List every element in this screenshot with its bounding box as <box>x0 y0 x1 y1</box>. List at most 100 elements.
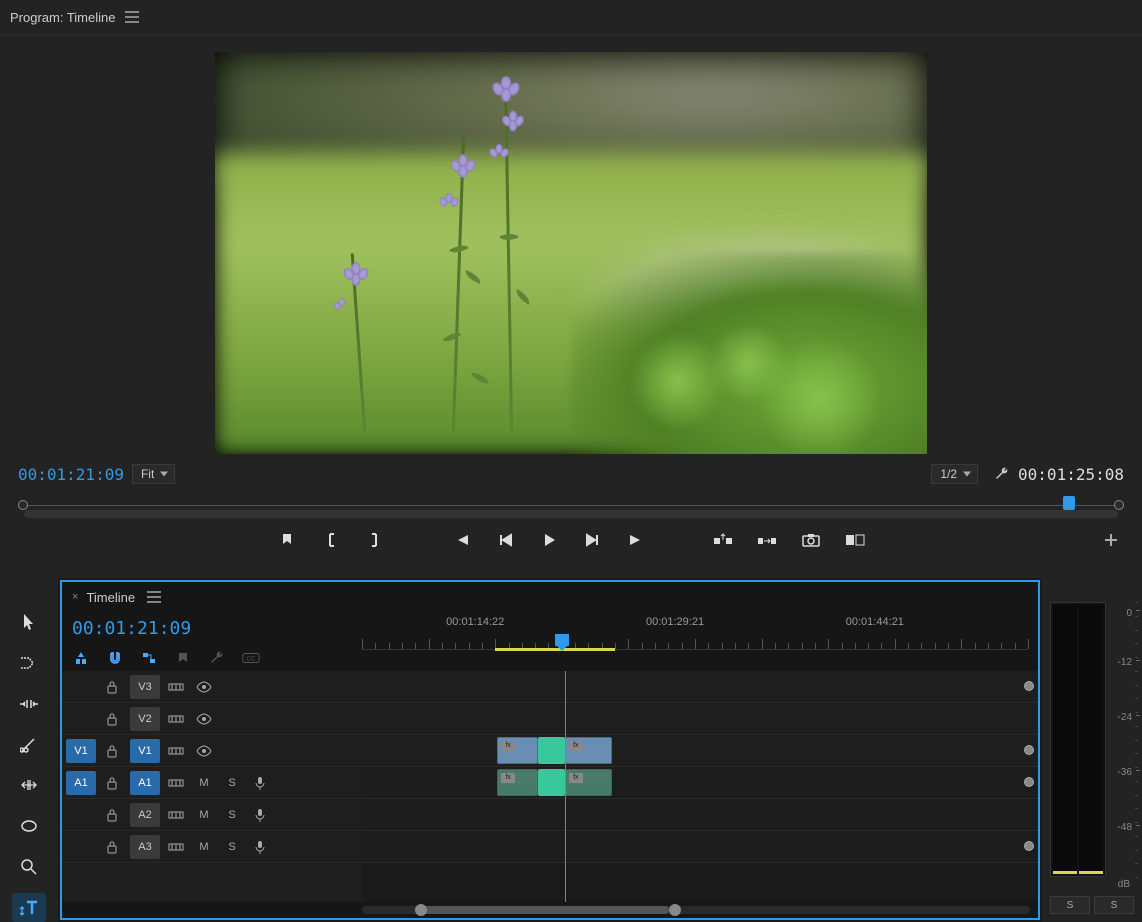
snap-icon[interactable] <box>106 649 124 667</box>
scrub-start-handle[interactable] <box>18 500 28 510</box>
ripple-edit-tool[interactable] <box>12 690 46 719</box>
scrub-playhead[interactable] <box>1063 496 1075 510</box>
lock-icon[interactable] <box>100 835 124 859</box>
program-scrubber[interactable] <box>0 490 1142 520</box>
keyframe-dot[interactable] <box>1024 841 1034 851</box>
in-out-range[interactable] <box>495 648 615 651</box>
track-target[interactable]: A3 <box>130 835 160 859</box>
track-lane[interactable] <box>362 831 1038 863</box>
track-lane[interactable] <box>362 799 1038 831</box>
source-patch[interactable] <box>66 803 96 827</box>
mark-out-button[interactable] <box>364 529 386 551</box>
sync-lock-icon[interactable] <box>164 835 188 859</box>
pen-tool[interactable] <box>12 812 46 841</box>
sync-lock-icon[interactable] <box>164 803 188 827</box>
track-target[interactable]: A1 <box>130 771 160 795</box>
resolution-dropdown[interactable]: 1/2 <box>931 464 978 484</box>
scrub-end-handle[interactable] <box>1114 500 1124 510</box>
source-patch[interactable]: A1 <box>66 771 96 795</box>
video-clip[interactable]: fx <box>497 737 538 764</box>
playhead-handle[interactable] <box>555 634 569 646</box>
go-to-out-button[interactable] <box>626 529 648 551</box>
toggle-track-output-icon[interactable] <box>192 675 216 699</box>
mark-in-button[interactable] <box>320 529 342 551</box>
timeline-horizontal-scroll[interactable] <box>62 902 1038 918</box>
zoom-tool[interactable] <box>12 853 46 882</box>
voice-over-icon[interactable] <box>248 803 272 827</box>
comparison-view-button[interactable] <box>844 529 866 551</box>
marker-settings-icon[interactable] <box>174 649 192 667</box>
playhead-line[interactable] <box>565 671 566 902</box>
hscroll-right-handle[interactable] <box>669 904 681 916</box>
solo-button[interactable]: S <box>220 771 244 795</box>
timeline-timecode[interactable]: 00:01:21:09 <box>72 616 362 645</box>
razor-tool[interactable] <box>12 730 46 759</box>
nest-toggle-icon[interactable] <box>72 649 90 667</box>
source-patch[interactable] <box>66 707 96 731</box>
audio-clip[interactable]: fx <box>565 769 612 796</box>
solo-button[interactable]: S <box>220 803 244 827</box>
program-viewer[interactable] <box>215 52 927 454</box>
export-frame-button[interactable] <box>800 529 822 551</box>
toggle-track-output-icon[interactable] <box>192 707 216 731</box>
go-to-in-button[interactable] <box>450 529 472 551</box>
mute-button[interactable]: M <box>192 803 216 827</box>
extract-button[interactable] <box>756 529 778 551</box>
zoom-dropdown[interactable]: Fit <box>132 464 175 484</box>
sync-lock-icon[interactable] <box>164 739 188 763</box>
track-target[interactable]: V2 <box>130 707 160 731</box>
track-content[interactable]: fx fx fx fx <box>362 671 1038 902</box>
mute-button[interactable]: M <box>192 835 216 859</box>
keyframe-dot[interactable] <box>1024 777 1034 787</box>
toggle-track-output-icon[interactable] <box>192 739 216 763</box>
transition-clip[interactable] <box>538 737 565 764</box>
lift-button[interactable] <box>712 529 734 551</box>
fx-badge-icon[interactable]: fx <box>501 773 515 783</box>
slip-tool[interactable] <box>12 771 46 800</box>
keyframe-dot[interactable] <box>1024 745 1034 755</box>
track-target[interactable]: V1 <box>130 739 160 763</box>
fx-badge-icon[interactable]: fx <box>501 741 515 751</box>
lock-icon[interactable] <box>100 771 124 795</box>
lock-icon[interactable] <box>100 675 124 699</box>
program-menu-icon[interactable] <box>125 11 139 23</box>
track-target[interactable]: A2 <box>130 803 160 827</box>
audio-clip[interactable]: fx <box>497 769 538 796</box>
solo-button[interactable]: S <box>220 835 244 859</box>
timeline-ruler[interactable]: 00:01:14:2200:01:29:2100:01:44:21 <box>362 616 1028 650</box>
track-lane[interactable] <box>362 671 1038 703</box>
source-patch[interactable] <box>66 835 96 859</box>
play-button[interactable] <box>538 529 560 551</box>
track-lane[interactable]: fx fx <box>362 735 1038 767</box>
timeline-tab-label[interactable]: Timeline <box>86 590 135 605</box>
voice-over-icon[interactable] <box>248 771 272 795</box>
sync-lock-icon[interactable] <box>164 675 188 699</box>
solo-left-button[interactable]: S <box>1050 896 1090 914</box>
sync-lock-icon[interactable] <box>164 771 188 795</box>
fx-badge-icon[interactable]: fx <box>569 773 583 783</box>
timeline-settings-icon[interactable] <box>208 649 226 667</box>
keyframe-dot[interactable] <box>1024 681 1034 691</box>
lock-icon[interactable] <box>100 803 124 827</box>
source-patch[interactable]: V1 <box>66 739 96 763</box>
hscroll-left-handle[interactable] <box>415 904 427 916</box>
track-select-tool[interactable] <box>12 649 46 678</box>
lock-icon[interactable] <box>100 739 124 763</box>
button-editor-button[interactable] <box>1100 529 1122 551</box>
track-lane[interactable] <box>362 703 1038 735</box>
selection-tool[interactable] <box>12 608 46 637</box>
fx-badge-icon[interactable]: fx <box>569 741 583 751</box>
transition-clip[interactable] <box>538 769 565 796</box>
program-current-timecode[interactable]: 00:01:21:09 <box>18 465 124 484</box>
type-tool[interactable] <box>12 893 46 922</box>
track-target[interactable]: V3 <box>130 675 160 699</box>
voice-over-icon[interactable] <box>248 835 272 859</box>
timeline-menu-icon[interactable] <box>147 591 161 603</box>
solo-right-button[interactable]: S <box>1094 896 1134 914</box>
lock-icon[interactable] <box>100 707 124 731</box>
close-tab-icon[interactable]: × <box>72 591 78 603</box>
sync-lock-icon[interactable] <box>164 707 188 731</box>
video-clip[interactable]: fx <box>565 737 612 764</box>
settings-wrench-icon[interactable] <box>994 466 1010 482</box>
step-forward-button[interactable] <box>582 529 604 551</box>
